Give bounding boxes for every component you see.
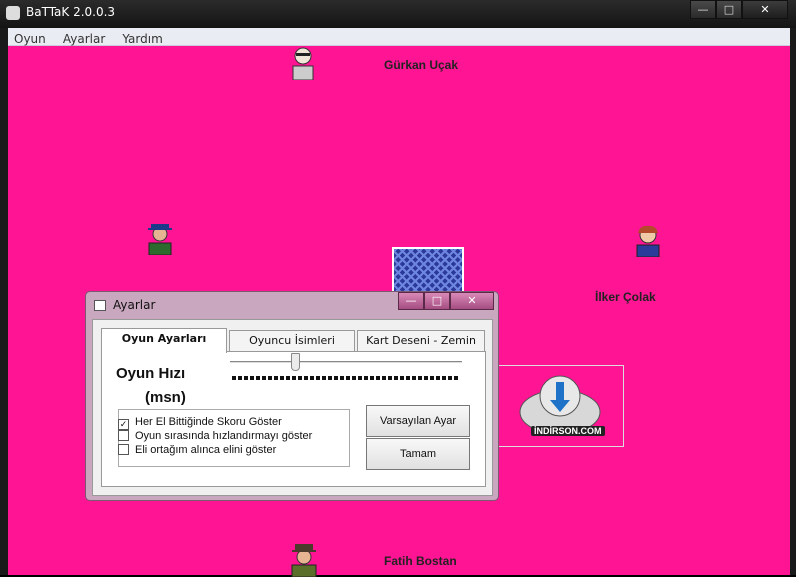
tab-panel-oyun-ayarlari: Oyun Hızı (msn) ✓ Her El Bittiğinde Skoru… bbox=[101, 351, 486, 487]
speed-label: Oyun Hızı bbox=[116, 365, 186, 382]
watermark-text: İNDİRSON.COM bbox=[531, 426, 605, 436]
option-show-score[interactable]: ✓ Her El Bittiğinde Skoru Göster bbox=[118, 416, 282, 430]
dialog-maximize-button[interactable]: □ bbox=[424, 292, 450, 310]
dialog-folder-icon bbox=[94, 300, 106, 311]
app-icon bbox=[6, 6, 20, 20]
deck-card-back[interactable] bbox=[392, 247, 464, 297]
watermark-logo: İNDİRSON.COM bbox=[494, 365, 624, 447]
checkbox-label: Oyun sırasında hızlandırmayı göster bbox=[135, 430, 313, 442]
player-bottom-avatar bbox=[291, 544, 317, 577]
checkbox-label: Her El Bittiğinde Skoru Göster bbox=[135, 416, 282, 428]
dialog-controls: — □ ✕ bbox=[398, 292, 494, 310]
player-top-avatar bbox=[292, 47, 314, 80]
ok-button[interactable]: Tamam bbox=[366, 438, 470, 470]
dialog-body: Oyun Ayarları Oyuncu İsimleri Kart Desen… bbox=[92, 319, 493, 496]
checkbox-show-score[interactable]: ✓ bbox=[118, 419, 129, 430]
speed-slider-ticks bbox=[232, 376, 460, 380]
window-controls: — □ ✕ bbox=[690, 0, 788, 20]
player-right-name: İlker Çolak bbox=[595, 290, 656, 304]
dialog-close-button[interactable]: ✕ bbox=[450, 292, 494, 310]
speed-slider-thumb[interactable] bbox=[290, 353, 300, 371]
tab-kart-deseni-zemin[interactable]: Kart Deseni - Zemin bbox=[357, 330, 485, 352]
defaults-button[interactable]: Varsayılan Ayar bbox=[366, 405, 470, 437]
maximize-button[interactable]: □ bbox=[716, 0, 742, 19]
dialog-title: Ayarlar bbox=[113, 298, 156, 312]
window-frame-right bbox=[790, 28, 796, 575]
speed-unit-label: (msn) bbox=[145, 389, 186, 406]
player-right-avatar bbox=[636, 225, 660, 257]
tab-oyun-ayarlari[interactable]: Oyun Ayarları bbox=[101, 328, 227, 353]
speed-slider-track[interactable] bbox=[230, 361, 462, 364]
checkbox-label: Eli ortağım alınca elini göster bbox=[135, 444, 277, 456]
minimize-button[interactable]: — bbox=[690, 0, 716, 19]
player-left-avatar bbox=[148, 224, 172, 255]
player-top-name: Gürkan Uçak bbox=[384, 58, 459, 72]
checkbox-show-partner-hand[interactable] bbox=[118, 444, 129, 455]
window-title: BaTTaK 2.0.0.3 bbox=[26, 5, 116, 19]
window-frame-left bbox=[0, 28, 8, 575]
close-button[interactable]: ✕ bbox=[742, 0, 788, 19]
dialog-minimize-button[interactable]: — bbox=[398, 292, 424, 310]
main-titlebar: BaTTaK 2.0.0.3 — □ ✕ bbox=[0, 0, 796, 28]
menu-bar: Oyun Ayarlar Yardım bbox=[8, 28, 790, 46]
option-show-partner-hand[interactable]: Eli ortağım alınca elini göster bbox=[118, 444, 276, 456]
checkbox-show-speedup[interactable] bbox=[118, 430, 129, 441]
tab-oyuncu-isimleri[interactable]: Oyuncu İsimleri bbox=[229, 330, 355, 352]
settings-dialog: Ayarlar — □ ✕ Oyun Ayarları Oyuncu İsiml… bbox=[85, 291, 499, 501]
player-bottom-name: Fatih Bostan bbox=[384, 554, 457, 568]
option-show-speedup[interactable]: Oyun sırasında hızlandırmayı göster bbox=[118, 430, 312, 442]
